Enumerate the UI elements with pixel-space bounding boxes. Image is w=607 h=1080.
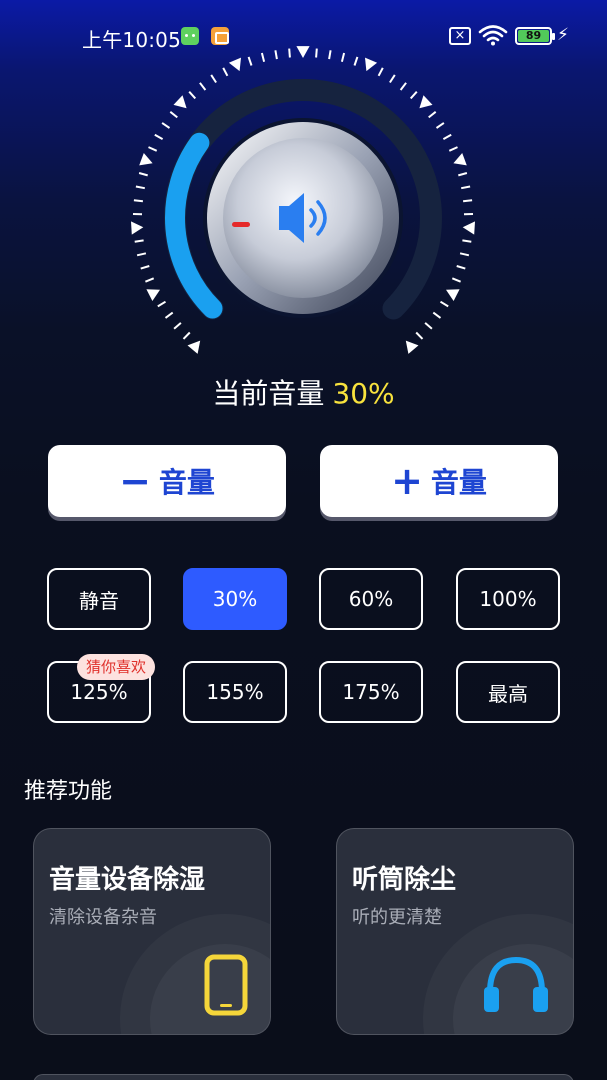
card-next[interactable] (33, 1074, 574, 1080)
dial-tick-minor (134, 239, 144, 243)
dial-tick-minor (458, 172, 468, 177)
minus-icon: − (119, 459, 151, 503)
dial-tick-minor (340, 52, 346, 63)
dial-tick-minor (439, 300, 449, 308)
dial-tick-major (419, 95, 433, 109)
dial-tick-minor (315, 48, 318, 58)
dial-tick-minor (188, 91, 197, 100)
dial-tick-minor (222, 67, 229, 77)
volume-down-button[interactable]: − 音量 (48, 445, 286, 517)
volume-up-label: 音量 (430, 466, 487, 499)
volume-dial[interactable] (123, 40, 483, 360)
dial-tick-minor (288, 48, 291, 58)
dial-tick-minor (161, 122, 171, 129)
dial-tick-minor (138, 172, 148, 177)
dial-tick-minor (462, 199, 473, 203)
preset-max[interactable]: 最高 (456, 661, 560, 723)
dial-tick-minor (377, 67, 384, 77)
dial-tick-major (187, 340, 201, 354)
dial-tick-minor (415, 331, 424, 340)
dial-tick-minor (274, 50, 278, 60)
phone-icon (204, 954, 248, 1016)
preset-175[interactable]: 175% (319, 661, 423, 723)
dial-tick-minor (459, 252, 470, 257)
dial-tick-major (453, 153, 467, 166)
dial-tick-minor (389, 74, 396, 84)
dial-tick-minor (424, 322, 433, 330)
dial-tick-minor (210, 74, 217, 84)
dial-tick-minor (148, 146, 158, 152)
card-dehumidify[interactable]: 音量设备除湿 清除设备杂音 (33, 828, 271, 1035)
dial-tick-major (365, 57, 378, 72)
dial-tick-minor (136, 252, 147, 257)
dial-tick-minor (428, 111, 437, 119)
battery-icon: 89 (515, 27, 555, 45)
card-subtitle: 听的更清楚 (352, 907, 442, 928)
dial-tick-major (446, 289, 460, 301)
recommend-tag: 猜你喜欢 (77, 654, 156, 680)
battery-level: 89 (518, 30, 549, 42)
preset-30[interactable]: 30% (183, 568, 287, 630)
dial-tick-minor (169, 111, 178, 119)
dial-tick-minor (157, 300, 167, 308)
dial-tick-minor (448, 146, 458, 152)
charging-bolt-icon: ⚡ (557, 25, 569, 45)
dial-tick-major (173, 95, 187, 109)
card-title: 音量设备除湿 (49, 865, 206, 895)
card-dust-removal[interactable]: 听筒除尘 听的更清楚 (336, 828, 574, 1035)
dial-tick-major (296, 46, 310, 58)
dial-tick-minor (399, 82, 407, 91)
current-volume-value: 30% (332, 377, 395, 410)
dial-tick-major (228, 57, 241, 72)
volume-down-label: 音量 (158, 466, 215, 499)
dial-tick-minor (154, 133, 164, 140)
dial-tick-minor (173, 322, 182, 330)
dial-tick-minor (462, 239, 472, 243)
dial-tick-minor (461, 185, 471, 190)
dial-tick-minor (140, 265, 150, 270)
dial-tick-minor (145, 277, 155, 283)
dial-tick-minor (353, 56, 359, 66)
preset-100[interactable]: 100% (456, 568, 560, 630)
dial-tick-major (146, 289, 160, 301)
dial-tick-minor (133, 199, 144, 203)
dial-tick-minor (432, 311, 442, 319)
knob-indicator (232, 222, 250, 227)
current-volume: 当前音量 30% (0, 372, 607, 412)
preset-mute[interactable]: 静音 (47, 568, 151, 630)
dial-tick-minor (247, 56, 253, 66)
card-title: 听筒除尘 (352, 865, 457, 895)
section-title: 推荐功能 (24, 779, 113, 804)
dial-tick-major (131, 221, 144, 235)
preset-60[interactable]: 60% (319, 568, 423, 630)
card-subtitle: 清除设备杂音 (49, 907, 157, 928)
preset-155[interactable]: 155% (183, 661, 287, 723)
dial-tick-major (405, 340, 419, 354)
current-volume-label: 当前音量 (212, 377, 325, 410)
headphones-icon (484, 956, 548, 1012)
dial-tick-minor (135, 185, 145, 190)
dial-tick-minor (328, 50, 332, 60)
dial-tick-major (139, 153, 153, 166)
dial-tick-minor (260, 52, 266, 63)
dial-tick-minor (435, 122, 445, 129)
dial-tick-minor (182, 331, 191, 340)
dial-tick-minor (164, 311, 174, 319)
volume-up-button[interactable]: + 音量 (320, 445, 558, 517)
dial-tick-minor (456, 265, 466, 270)
dial-tick-minor (409, 91, 418, 100)
dial-tick-minor (451, 277, 461, 283)
dial-tick-minor (442, 133, 452, 140)
plus-icon: + (391, 459, 423, 503)
dial-tick-major (462, 221, 475, 235)
dial-tick-minor (199, 82, 207, 91)
